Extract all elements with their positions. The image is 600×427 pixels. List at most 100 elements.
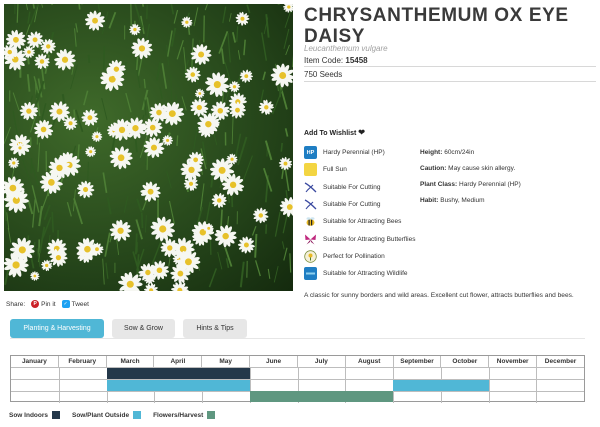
item-code-value: 15458 bbox=[345, 56, 368, 65]
month-header: December bbox=[544, 357, 577, 365]
month-header: June bbox=[250, 356, 298, 367]
month-header: August bbox=[346, 356, 394, 367]
daisy-flower bbox=[211, 192, 227, 209]
item-code: Item Code: 15458 bbox=[304, 56, 368, 65]
daisy-flower bbox=[283, 4, 293, 13]
wildlife-icon bbox=[304, 267, 317, 281]
pollination-icon bbox=[304, 250, 317, 263]
month-header: September bbox=[394, 356, 442, 367]
tweet-button[interactable]: ✓ Tweet bbox=[61, 300, 89, 308]
calendar-row-divider bbox=[11, 379, 584, 380]
daisy-flower bbox=[84, 10, 106, 31]
spec-plant-class: Plant Class: Hardy Perennial (HP) bbox=[420, 180, 595, 196]
product-photo[interactable] bbox=[4, 4, 293, 291]
month-header: January bbox=[11, 356, 59, 367]
hardy-perennial-icon: HP bbox=[304, 146, 317, 160]
butterfly-icon bbox=[304, 233, 317, 246]
spec-height: Height: 60cm/24in bbox=[420, 148, 595, 164]
attribute-label: Suitable For Cutting bbox=[323, 201, 381, 209]
attribute-item: Suitable for Attracting Bees bbox=[304, 213, 434, 230]
calendar-legend: Sow Indoors Sow/Plant Outside Flowers/Ha… bbox=[9, 411, 227, 419]
spec-value: May cause skin allergy. bbox=[448, 165, 516, 172]
attribute-item: Perfect for Pollination bbox=[304, 248, 434, 265]
daisy-flower bbox=[237, 236, 255, 254]
attribute-label: Suitable for Attracting Butterflies bbox=[323, 235, 416, 243]
share-label: Share: bbox=[6, 300, 26, 308]
tab-bar: Planting & Harvesting Sow & Grow Hints &… bbox=[10, 319, 247, 338]
daisy-flower bbox=[34, 53, 50, 70]
sow-outside-bar bbox=[106, 379, 250, 391]
daisy-flower bbox=[235, 11, 250, 26]
calendar-gridline bbox=[536, 367, 538, 403]
twitter-icon: ✓ bbox=[61, 300, 70, 308]
heart-icon: ❤ bbox=[358, 128, 365, 137]
daisy-flower bbox=[143, 137, 165, 159]
attribute-item: Suitable for Attracting Wildlife bbox=[304, 265, 434, 282]
daisy-flower bbox=[270, 63, 293, 88]
seed-count: 750 Seeds bbox=[304, 70, 343, 79]
divider bbox=[304, 81, 596, 82]
attribute-item: HP Hardy Perennial (HP) bbox=[304, 144, 434, 161]
spec-label: Height: bbox=[420, 149, 443, 156]
wishlist-label: Add To Wishlist bbox=[304, 130, 357, 137]
daisy-flower bbox=[91, 131, 103, 142]
product-title: CHRYSANTHEMUM OX EYE DAISY bbox=[304, 5, 569, 47]
pinterest-button[interactable]: P Pin it bbox=[31, 300, 56, 308]
legend-label-sow-outside: Sow/Plant Outside bbox=[72, 411, 130, 419]
attribute-item: Suitable for Attracting Butterflies bbox=[304, 230, 434, 247]
month-header: November bbox=[489, 356, 538, 367]
scissors-icon bbox=[304, 181, 317, 194]
daisy-flower bbox=[33, 119, 54, 140]
tab-sow-grow[interactable]: Sow & Grow bbox=[112, 319, 175, 338]
spec-value: Hardy Perennial (HP) bbox=[459, 181, 521, 188]
daisy-flower bbox=[279, 196, 293, 218]
daisy-flower bbox=[162, 134, 173, 146]
add-to-wishlist-button[interactable]: Add To Wishlist ❤ bbox=[304, 128, 365, 137]
daisy-flower bbox=[76, 180, 95, 199]
tab-planting-harvesting[interactable]: Planting & Harvesting bbox=[10, 319, 104, 338]
pin-label: Pin it bbox=[41, 300, 56, 308]
daisy-flower bbox=[253, 207, 269, 224]
daisy-flower bbox=[85, 146, 97, 158]
attribute-item: Full Sun bbox=[304, 161, 434, 178]
daisy-flower bbox=[140, 181, 161, 202]
daisy-field-image bbox=[4, 4, 293, 291]
product-description: A classic for sunny borders and wild are… bbox=[304, 292, 574, 299]
calendar-gridline bbox=[488, 367, 490, 403]
legend-swatch-flowers-harvest bbox=[207, 411, 216, 419]
daisy-flower bbox=[143, 283, 159, 291]
legend-swatch-sow-indoors bbox=[52, 411, 60, 419]
daisy-flower bbox=[8, 157, 20, 169]
attribute-label: Hardy Perennial (HP) bbox=[323, 149, 385, 157]
spec-label: Habit: bbox=[420, 197, 439, 204]
daisy-flower bbox=[149, 102, 169, 123]
spec-label: Plant Class: bbox=[420, 181, 458, 188]
daisy-flower bbox=[81, 109, 99, 127]
daisy-flower bbox=[214, 224, 237, 248]
spec-list: Height: 60cm/24in Caution: May cause ski… bbox=[420, 148, 595, 212]
daisy-flower bbox=[278, 156, 293, 171]
daisy-flower bbox=[131, 37, 153, 60]
attribute-label: Suitable For Cutting bbox=[323, 183, 381, 191]
calendar-header-row: January February March April May June July Augu… bbox=[11, 356, 584, 368]
tab-underline bbox=[10, 338, 585, 339]
daisy-flower bbox=[5, 29, 26, 50]
tab-hints-tips[interactable]: Hints & Tips bbox=[183, 319, 247, 338]
attribute-label: Suitable for Attracting Wildlife bbox=[323, 270, 408, 278]
month-header: May bbox=[202, 356, 251, 367]
spec-value: Bushy, Medium bbox=[440, 197, 485, 204]
attribute-item: Suitable For Cutting bbox=[304, 179, 434, 196]
latin-name: Leucanthemum vulgare bbox=[304, 44, 388, 53]
sow-indoors-bar bbox=[106, 368, 250, 379]
share-bar: Share: P Pin it ✓ Tweet bbox=[6, 300, 89, 308]
legend-label-sow-indoors: Sow Indoors bbox=[9, 411, 48, 419]
daisy-flower bbox=[194, 88, 205, 99]
tweet-label: Tweet bbox=[71, 300, 89, 308]
pinterest-icon: P bbox=[31, 300, 40, 308]
daisy-flower bbox=[190, 43, 212, 65]
item-code-label: Item Code: bbox=[304, 56, 344, 65]
month-header: February bbox=[59, 356, 107, 367]
spec-caution: Caution: May cause skin allergy. bbox=[420, 164, 595, 180]
full-sun-icon bbox=[304, 163, 317, 177]
spec-habit: Habit: Bushy, Medium bbox=[420, 196, 595, 212]
